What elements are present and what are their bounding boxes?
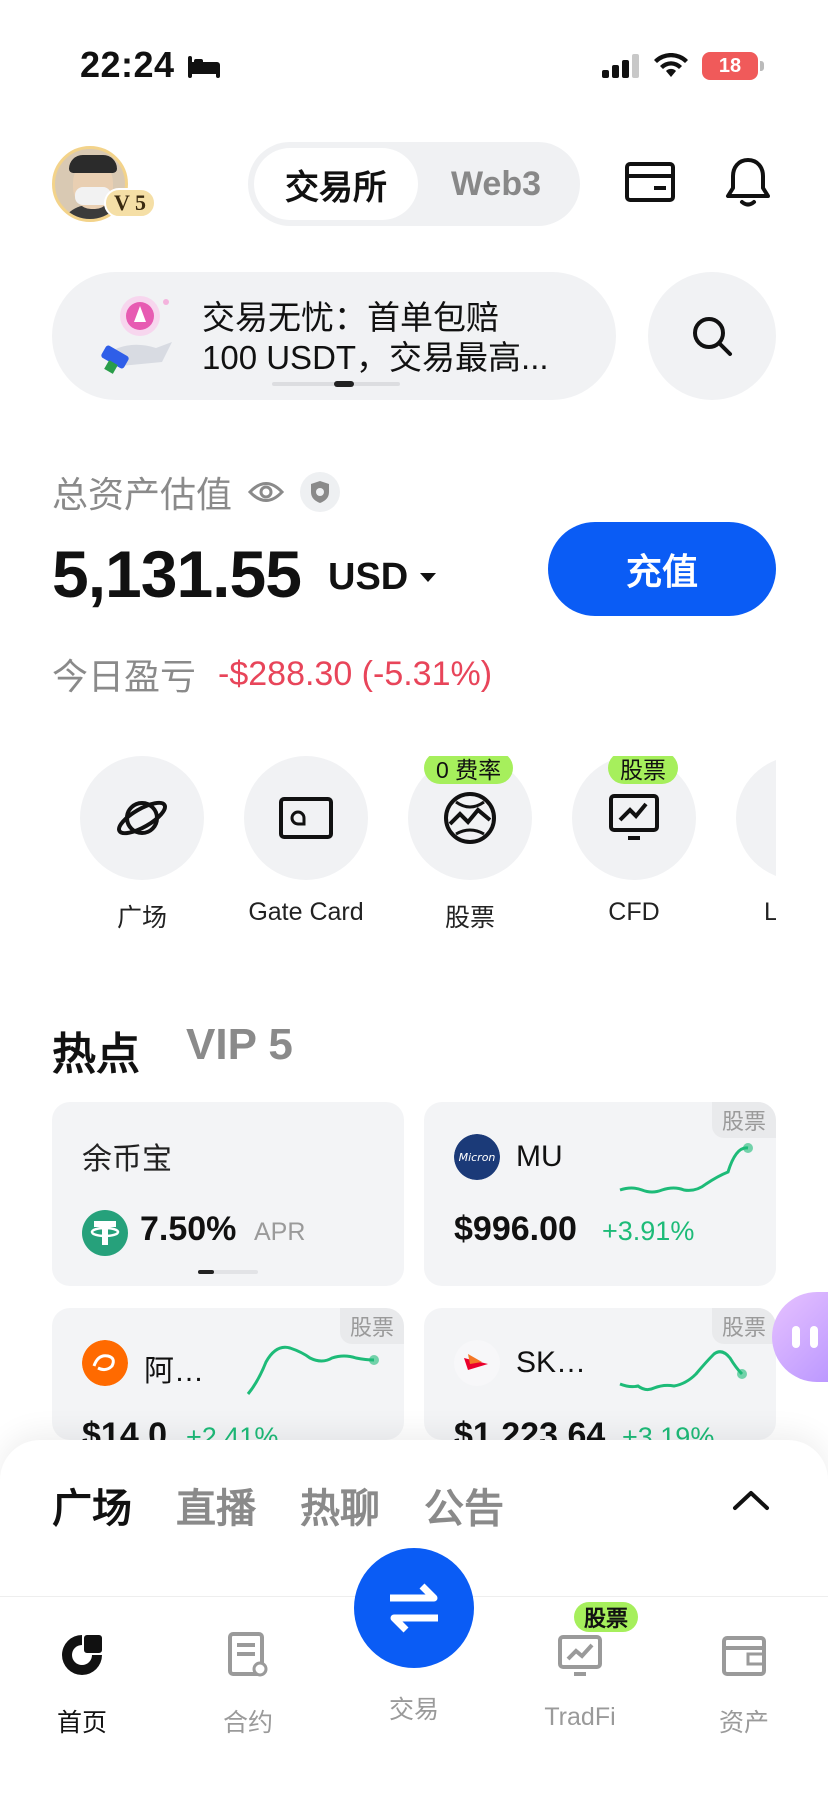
earn-tile[interactable]: 余币宝 7.50% APR: [52, 1102, 404, 1286]
wifi-icon: [654, 53, 688, 77]
deposit-button[interactable]: 充值: [548, 522, 776, 616]
signal-icon: [602, 54, 639, 78]
tradfi-icon: [558, 1635, 602, 1676]
status-time: 22:24: [80, 44, 175, 85]
stock-globe-icon: [444, 792, 496, 844]
hot-section-title: 热点: [52, 1030, 140, 1079]
nav-home[interactable]: 首页: [22, 1625, 142, 1739]
search-icon: [693, 317, 732, 356]
sparkline-sk: [619, 1350, 747, 1392]
alibaba-logo-icon: [82, 1340, 128, 1386]
feed-tabs: 广场 直播 热聊 公告: [52, 1476, 504, 1534]
nav-tradfi[interactable]: TradFi: [520, 1625, 640, 1732]
exchange-web3-toggle: 交易所 Web3: [248, 142, 580, 226]
stock-tile-ali[interactable]: 股票 阿… $14.0 +2.41%: [52, 1308, 404, 1440]
shortcut-tag-zero-fee: 0 费率: [424, 756, 514, 784]
asset-label-row: 总资产估值: [52, 466, 341, 518]
promo-banner[interactable]: 交易无忧：首单包赔 100 USDT，交易最高...: [52, 272, 616, 400]
toggle-web3[interactable]: Web3: [418, 148, 574, 220]
sparkline-ali: [246, 1345, 379, 1395]
nav-trade-label: 交易: [388, 1696, 439, 1724]
launch-icon: [770, 790, 776, 846]
nav-tag-stocks: 股票: [574, 1602, 639, 1632]
wallet-card-icon[interactable]: [624, 160, 676, 204]
battery-icon: 18: [702, 52, 764, 80]
promo-pagination: [272, 381, 400, 387]
wallet-icon: [722, 1636, 766, 1676]
stock-tile-mu[interactable]: 股票 Micron MU $996.00 +3.91%: [424, 1102, 776, 1286]
tab-hot-chat[interactable]: 热聊: [300, 1476, 380, 1534]
tab-announcements[interactable]: 公告: [424, 1476, 504, 1534]
trade-button[interactable]: [354, 1548, 474, 1668]
asset-label: 总资产估值: [52, 474, 233, 515]
bell-icon[interactable]: [724, 156, 772, 208]
pnl-label: 今日盈亏: [52, 656, 197, 697]
tab-live[interactable]: 直播: [176, 1476, 256, 1534]
caret-down-icon: [420, 573, 437, 582]
micron-logo-icon: Micron: [454, 1134, 500, 1180]
promo-text: 交易无忧：首单包赔 100 USDT，交易最高...: [202, 299, 549, 376]
shortcut-cfd[interactable]: CFD 股票: [552, 756, 716, 927]
contract-icon: [228, 1632, 268, 1677]
floating-assistant-button[interactable]: [772, 1292, 828, 1382]
shortcut-stocks[interactable]: 股票 0 费率: [388, 756, 552, 934]
shortcut-launch[interactable]: Launc: [716, 756, 776, 927]
promo-unicorn-icon: [101, 296, 172, 374]
nav-assets[interactable]: 资产: [684, 1625, 804, 1739]
eye-icon[interactable]: [248, 479, 285, 505]
gate-card-icon: [279, 797, 333, 839]
toggle-exchange[interactable]: 交易所: [254, 148, 418, 220]
nav-futures[interactable]: 合约: [188, 1625, 308, 1739]
vip-section-title[interactable]: VIP 5: [186, 1020, 293, 1070]
status-indicators: 18: [602, 52, 764, 80]
shortcut-row: 广场 Gate Card 股票 0 费率 CFD 股票 L: [60, 756, 776, 936]
usdt-icon: [82, 1210, 128, 1256]
swap-arrows-icon: [390, 1583, 438, 1633]
home-icon: [62, 1635, 102, 1675]
chevron-up-icon[interactable]: [732, 1488, 770, 1512]
status-bar: 22:24 18: [0, 0, 828, 130]
stock-tile-sk[interactable]: 股票 SK… $1,223.64 +3.19%: [424, 1308, 776, 1440]
search-button[interactable]: [648, 272, 776, 400]
earn-rate-unit: APR: [254, 1218, 306, 1246]
sparkline-mu: [619, 1143, 753, 1194]
shield-icon[interactable]: [300, 472, 341, 512]
shortcut-gate-card[interactable]: Gate Card: [224, 756, 388, 927]
shortcut-tag-stocks: 股票: [608, 756, 678, 784]
svg-text:Micron: Micron: [459, 1151, 496, 1164]
pnl-row: 今日盈亏 -$288.30 (-5.31%): [52, 648, 492, 700]
sleep-mode-icon: [188, 56, 220, 78]
sk-logo-icon: [454, 1340, 500, 1386]
tile-pagination: [198, 1270, 258, 1274]
earn-rate: 7.50%: [140, 1210, 237, 1248]
planet-icon: [117, 800, 167, 836]
total-asset-value: 5,131.55: [52, 537, 302, 611]
currency-selector[interactable]: USD: [328, 556, 437, 599]
vip-badge: V 5: [104, 188, 156, 218]
chart-monitor-icon: [609, 794, 659, 840]
pnl-value: -$288.30 (-5.31%): [218, 654, 493, 693]
tab-square[interactable]: 广场: [52, 1476, 132, 1534]
shortcut-square[interactable]: 广场: [60, 756, 224, 934]
